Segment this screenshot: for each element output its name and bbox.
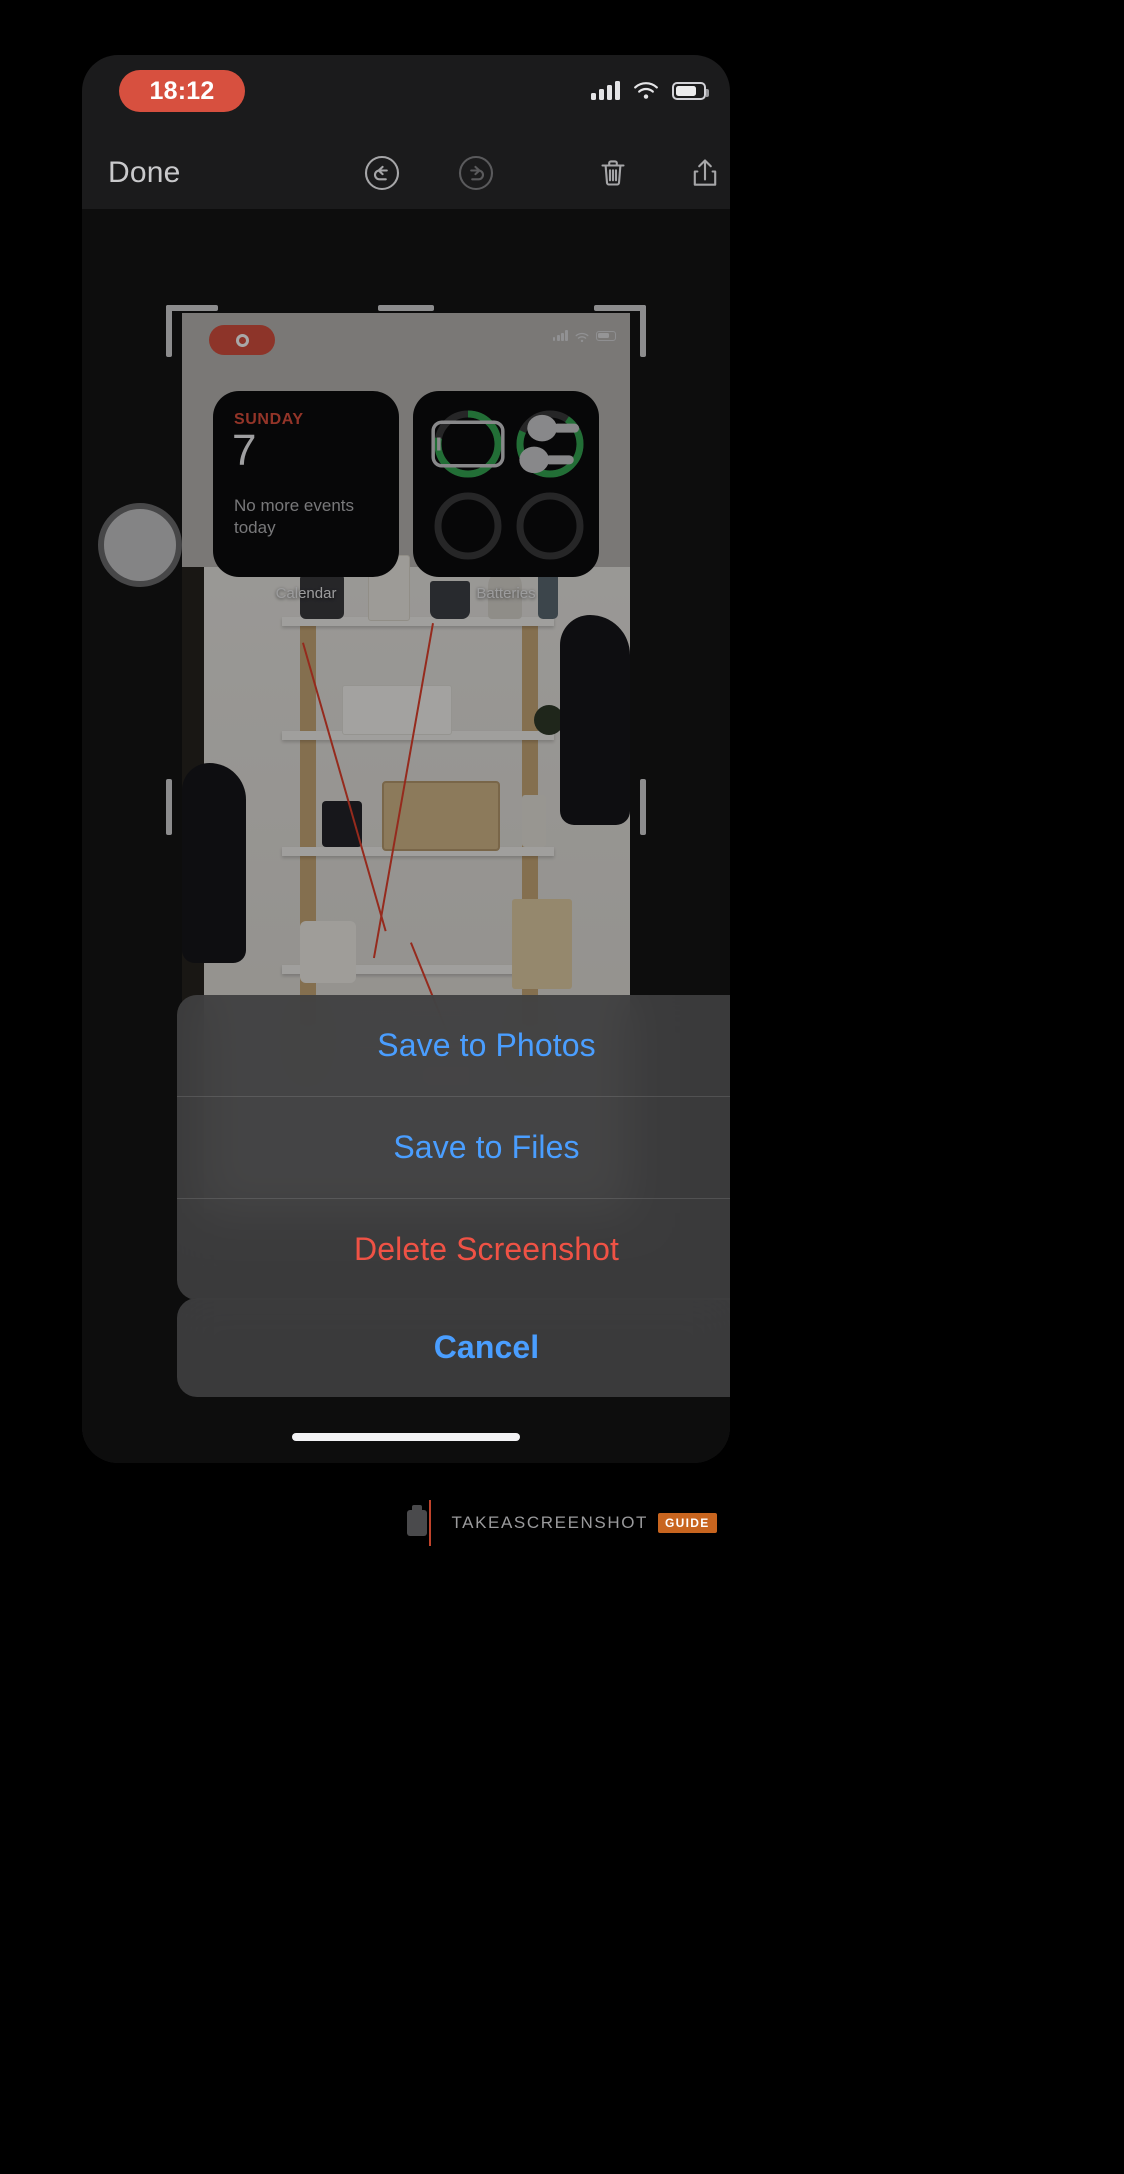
object-coat-right (560, 615, 630, 825)
battery-ring-airpods (513, 407, 587, 481)
widget-label-batteries: Batteries (476, 585, 536, 602)
calendar-date: 7 (232, 426, 257, 475)
widget-batteries[interactable] (413, 391, 599, 577)
preview-status-bar (182, 313, 630, 361)
cellular-signal-icon (591, 81, 620, 100)
trash-icon[interactable] (590, 150, 636, 196)
status-bar-time: 18:12 (149, 76, 215, 105)
object-laptop (342, 685, 452, 735)
screenshot-root: 18:12 Done SUNDAY 7 No more events today… (0, 0, 1124, 2174)
crop-handle-top-center[interactable] (378, 305, 434, 311)
editor-toolbar: Done (82, 137, 730, 210)
battery-icon (596, 330, 616, 341)
status-bar-time-pill: 18:12 (119, 70, 245, 112)
widget-label-calendar: Calendar (275, 585, 337, 602)
watermark-badge: GUIDE (658, 1513, 717, 1533)
share-icon[interactable] (682, 150, 728, 196)
wifi-icon (633, 81, 659, 100)
home-indicator[interactable] (292, 1433, 520, 1441)
object-book (522, 795, 546, 847)
watermark-text: TAKEASCREENSHOT (451, 1513, 649, 1532)
action-sheet-cancel: Cancel (177, 1298, 730, 1397)
wifi-icon (575, 330, 589, 343)
battery-icon (672, 81, 709, 100)
iphone-icon (431, 407, 505, 481)
action-sheet-options: Save to Photos Save to Files Delete Scre… (177, 995, 730, 1300)
calendar-note: No more events today (234, 496, 354, 538)
preview-status-icons (552, 330, 616, 343)
screen-record-icon (209, 325, 275, 355)
battery-ring-empty-1 (431, 489, 505, 563)
object-crate (512, 899, 572, 989)
save-to-photos-button[interactable]: Save to Photos (177, 995, 730, 1096)
phone-frame: 18:12 Done SUNDAY 7 No more events today… (82, 55, 730, 1463)
watermark: TAKEASCREENSHOT GUIDE (0, 1488, 1124, 1558)
status-bar-icons (591, 81, 709, 100)
widget-row: SUNDAY 7 No more events today (213, 391, 599, 577)
status-bar: 18:12 (82, 55, 730, 137)
redo-icon (453, 150, 499, 196)
cellular-signal-icon (552, 330, 568, 341)
airpods-icon (513, 407, 587, 481)
object-bin (300, 921, 356, 983)
crop-handle-top-left[interactable] (166, 305, 218, 311)
undo-icon[interactable] (359, 150, 405, 196)
camera-icon (407, 1500, 441, 1546)
crop-handle-top-right[interactable] (594, 305, 646, 311)
battery-ring-iphone (431, 407, 505, 481)
battery-ring-empty-2 (513, 489, 587, 563)
battery-ring-grid (431, 407, 587, 563)
drawing-tool-knob[interactable] (98, 503, 182, 587)
cancel-button[interactable]: Cancel (177, 1298, 730, 1397)
save-to-files-button[interactable]: Save to Files (177, 1096, 730, 1198)
crop-handle-top-left-v[interactable] (166, 305, 172, 357)
widget-calendar[interactable]: SUNDAY 7 No more events today (213, 391, 399, 577)
crop-handle-right-center[interactable] (640, 779, 646, 835)
done-button[interactable]: Done (108, 156, 181, 190)
crop-handle-left-center[interactable] (166, 779, 172, 835)
crop-handle-top-right-v[interactable] (640, 305, 646, 357)
object-coat-left (182, 763, 246, 963)
delete-screenshot-button[interactable]: Delete Screenshot (177, 1198, 730, 1300)
